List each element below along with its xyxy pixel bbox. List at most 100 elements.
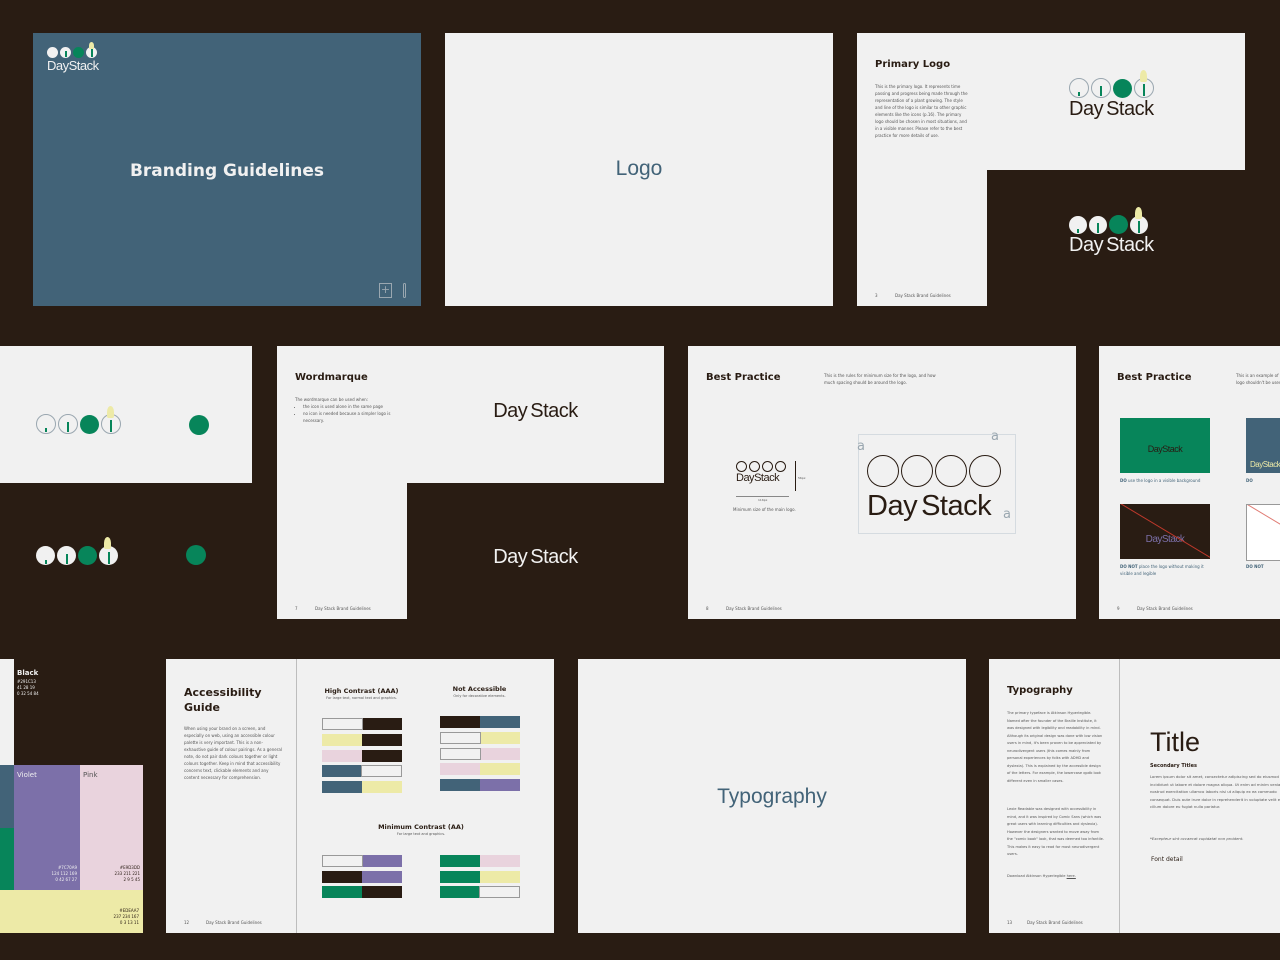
clearspace-box: Day Stack a a a xyxy=(857,429,1016,534)
bullet-list: the icon is used alone in the same page … xyxy=(295,403,398,424)
pair-pink-yellow xyxy=(440,763,520,775)
slide-logo-section[interactable]: Logo xyxy=(445,33,833,306)
dont-example-dark: DayStack xyxy=(1120,504,1210,559)
cross-out-line xyxy=(1120,504,1210,559)
wordmark-stack: Stack xyxy=(1106,98,1154,120)
example-caption: DO use the logo in a visible background xyxy=(1120,477,1215,484)
slide-cover[interactable]: DayStack Branding Guidelines + xyxy=(33,33,421,306)
slide-body: When using your brand on a screen, and e… xyxy=(184,726,282,780)
slide-accessibility[interactable]: Accessibility Guide When using your brand… xyxy=(166,659,554,933)
slide-title: Primary Logo xyxy=(875,59,951,70)
spacing-marker: a xyxy=(857,439,865,454)
pair-green-yellow xyxy=(440,871,520,883)
logo-icons xyxy=(47,42,99,58)
seed-icon xyxy=(1069,78,1089,98)
caption-text: use the logo in a visible background xyxy=(1126,478,1201,483)
info-icon[interactable] xyxy=(403,283,406,298)
wordmark-stack: Stack xyxy=(530,546,578,568)
page-number: 3 xyxy=(875,293,878,298)
pair-black-violet xyxy=(322,871,402,883)
logo-on-light: Day Stack xyxy=(987,33,1245,170)
slide-typography[interactable]: Typography The primary typeface is Atkin… xyxy=(989,659,1280,933)
swatch-cmyk: 0 42 67 27 xyxy=(55,877,77,882)
swatch-black: Black #291C13 41 28 19 0 32 54 84 xyxy=(14,659,143,765)
swatch-cmyk: 0 32 54 84 xyxy=(17,691,39,696)
dont-example-distort xyxy=(1246,504,1280,561)
swatch-cmyk: 0 3 13 11 xyxy=(119,920,139,925)
swatch-name: Pink xyxy=(83,771,98,779)
page-number: 9 xyxy=(1117,606,1120,611)
flower-icon xyxy=(775,461,786,472)
pair-black-slate xyxy=(440,716,520,728)
pair-slate-offwhite xyxy=(322,765,402,777)
flower-icon xyxy=(101,406,121,434)
slide-colour-palette[interactable]: Black #291C13 41 28 19 0 32 54 84 Violet… xyxy=(0,659,143,933)
sprout-icon xyxy=(749,461,760,472)
min-height-rule xyxy=(795,461,796,491)
not-accessible-title: Not Accessible xyxy=(452,685,507,693)
sprout-icon xyxy=(58,414,78,434)
leaf-icon xyxy=(186,545,206,565)
pair-slate-violet xyxy=(440,779,520,791)
swatch-values: #E9D3DD 233 211 221 2 9 5 45 xyxy=(115,865,140,883)
spacing-marker: a xyxy=(1003,507,1011,522)
sprout-icon xyxy=(1089,216,1107,234)
download-link[interactable]: here. xyxy=(1067,874,1076,878)
pair-offwhite-violet xyxy=(322,855,402,867)
wordmark: DayStack xyxy=(407,400,664,423)
leaf-icon xyxy=(1113,79,1132,98)
slide-best-practice-spacing[interactable]: Best Practice This is the rules for mini… xyxy=(688,346,1076,619)
bullet-item: no icon is needed because a simpler logo… xyxy=(303,410,398,424)
swatch-name: Violet xyxy=(17,771,37,779)
typography-body-2: Lexie Readable was designed with accessi… xyxy=(1007,807,1104,856)
pair-slate-yellow xyxy=(322,781,402,793)
min-size-logo: DayStack xyxy=(736,461,786,484)
wordmark-day: Day xyxy=(867,490,918,522)
swatch-values: #291C13 41 28 19 0 32 54 84 xyxy=(17,679,39,697)
slide-best-practice-usage[interactable]: Best Practice This is an example of how … xyxy=(1099,346,1280,619)
leaf-icon xyxy=(80,415,99,434)
footer-text: Day Stack Brand Guidelines xyxy=(1027,920,1083,925)
slide-wordmarque[interactable]: Wordmarque The wordmarque can be used wh… xyxy=(277,346,407,619)
new-page-icon[interactable]: + xyxy=(379,283,392,298)
wordmark: DayStack xyxy=(1250,460,1280,469)
flower-icon xyxy=(1130,207,1148,234)
slide-typography-section[interactable]: Typography xyxy=(578,659,966,933)
leaf-icon xyxy=(78,546,97,565)
caption-bold: DO NOT xyxy=(1246,564,1264,569)
swatch-green xyxy=(0,828,14,890)
example-caption: DO NOT xyxy=(1246,563,1280,570)
footer-text: Day Stack Brand Guidelines xyxy=(1137,606,1193,611)
seed-icon xyxy=(1069,216,1087,234)
do-example-slate: DayStack xyxy=(1246,418,1280,473)
pair-yellow-black xyxy=(322,734,402,746)
min-contrast-title: Minimum Contrast (AA) xyxy=(378,823,464,831)
footer-text: Day Stack Brand Guidelines xyxy=(206,920,262,925)
seed-icon xyxy=(36,414,56,434)
example-caption: DO NOT place the logo without making it … xyxy=(1120,563,1215,577)
wordmark: DayStack xyxy=(1120,444,1210,454)
slide-title: Best Practice xyxy=(706,372,781,383)
slide-icons-light[interactable] xyxy=(0,346,252,483)
seed-icon xyxy=(736,461,747,472)
pair-offwhite-pink xyxy=(440,748,520,760)
wordmark-day: Day xyxy=(493,546,528,568)
sample-title: Title xyxy=(1150,727,1201,757)
pair-offwhite-yellow xyxy=(440,732,520,744)
wordmark-stack: Stack xyxy=(68,58,100,73)
icon-row xyxy=(867,455,1001,487)
pair-green-black xyxy=(322,886,402,898)
typography-body-1: The primary typeface is Atkinson Hyperle… xyxy=(1007,711,1103,783)
sample-secondary-title: Secondary Titles xyxy=(1150,763,1197,769)
pair-pink-black xyxy=(322,750,402,762)
min-contrast-sub: For large text and graphics. xyxy=(396,832,446,836)
flower-icon xyxy=(969,455,1001,487)
min-height-label: 56px xyxy=(798,476,806,480)
sample-italic: *Excepteur sint occaecat cupidatat non p… xyxy=(1150,836,1244,841)
wordmark-on-light: Day Stack xyxy=(407,346,664,483)
seed-icon xyxy=(36,546,55,565)
leaf-icon xyxy=(1109,215,1128,234)
footer-text: Day Stack Brand Guidelines xyxy=(315,606,371,611)
slide-primary-logo[interactable]: Primary Logo This is the primary logo. I… xyxy=(857,33,987,306)
pair-green-offwhite xyxy=(440,886,520,898)
